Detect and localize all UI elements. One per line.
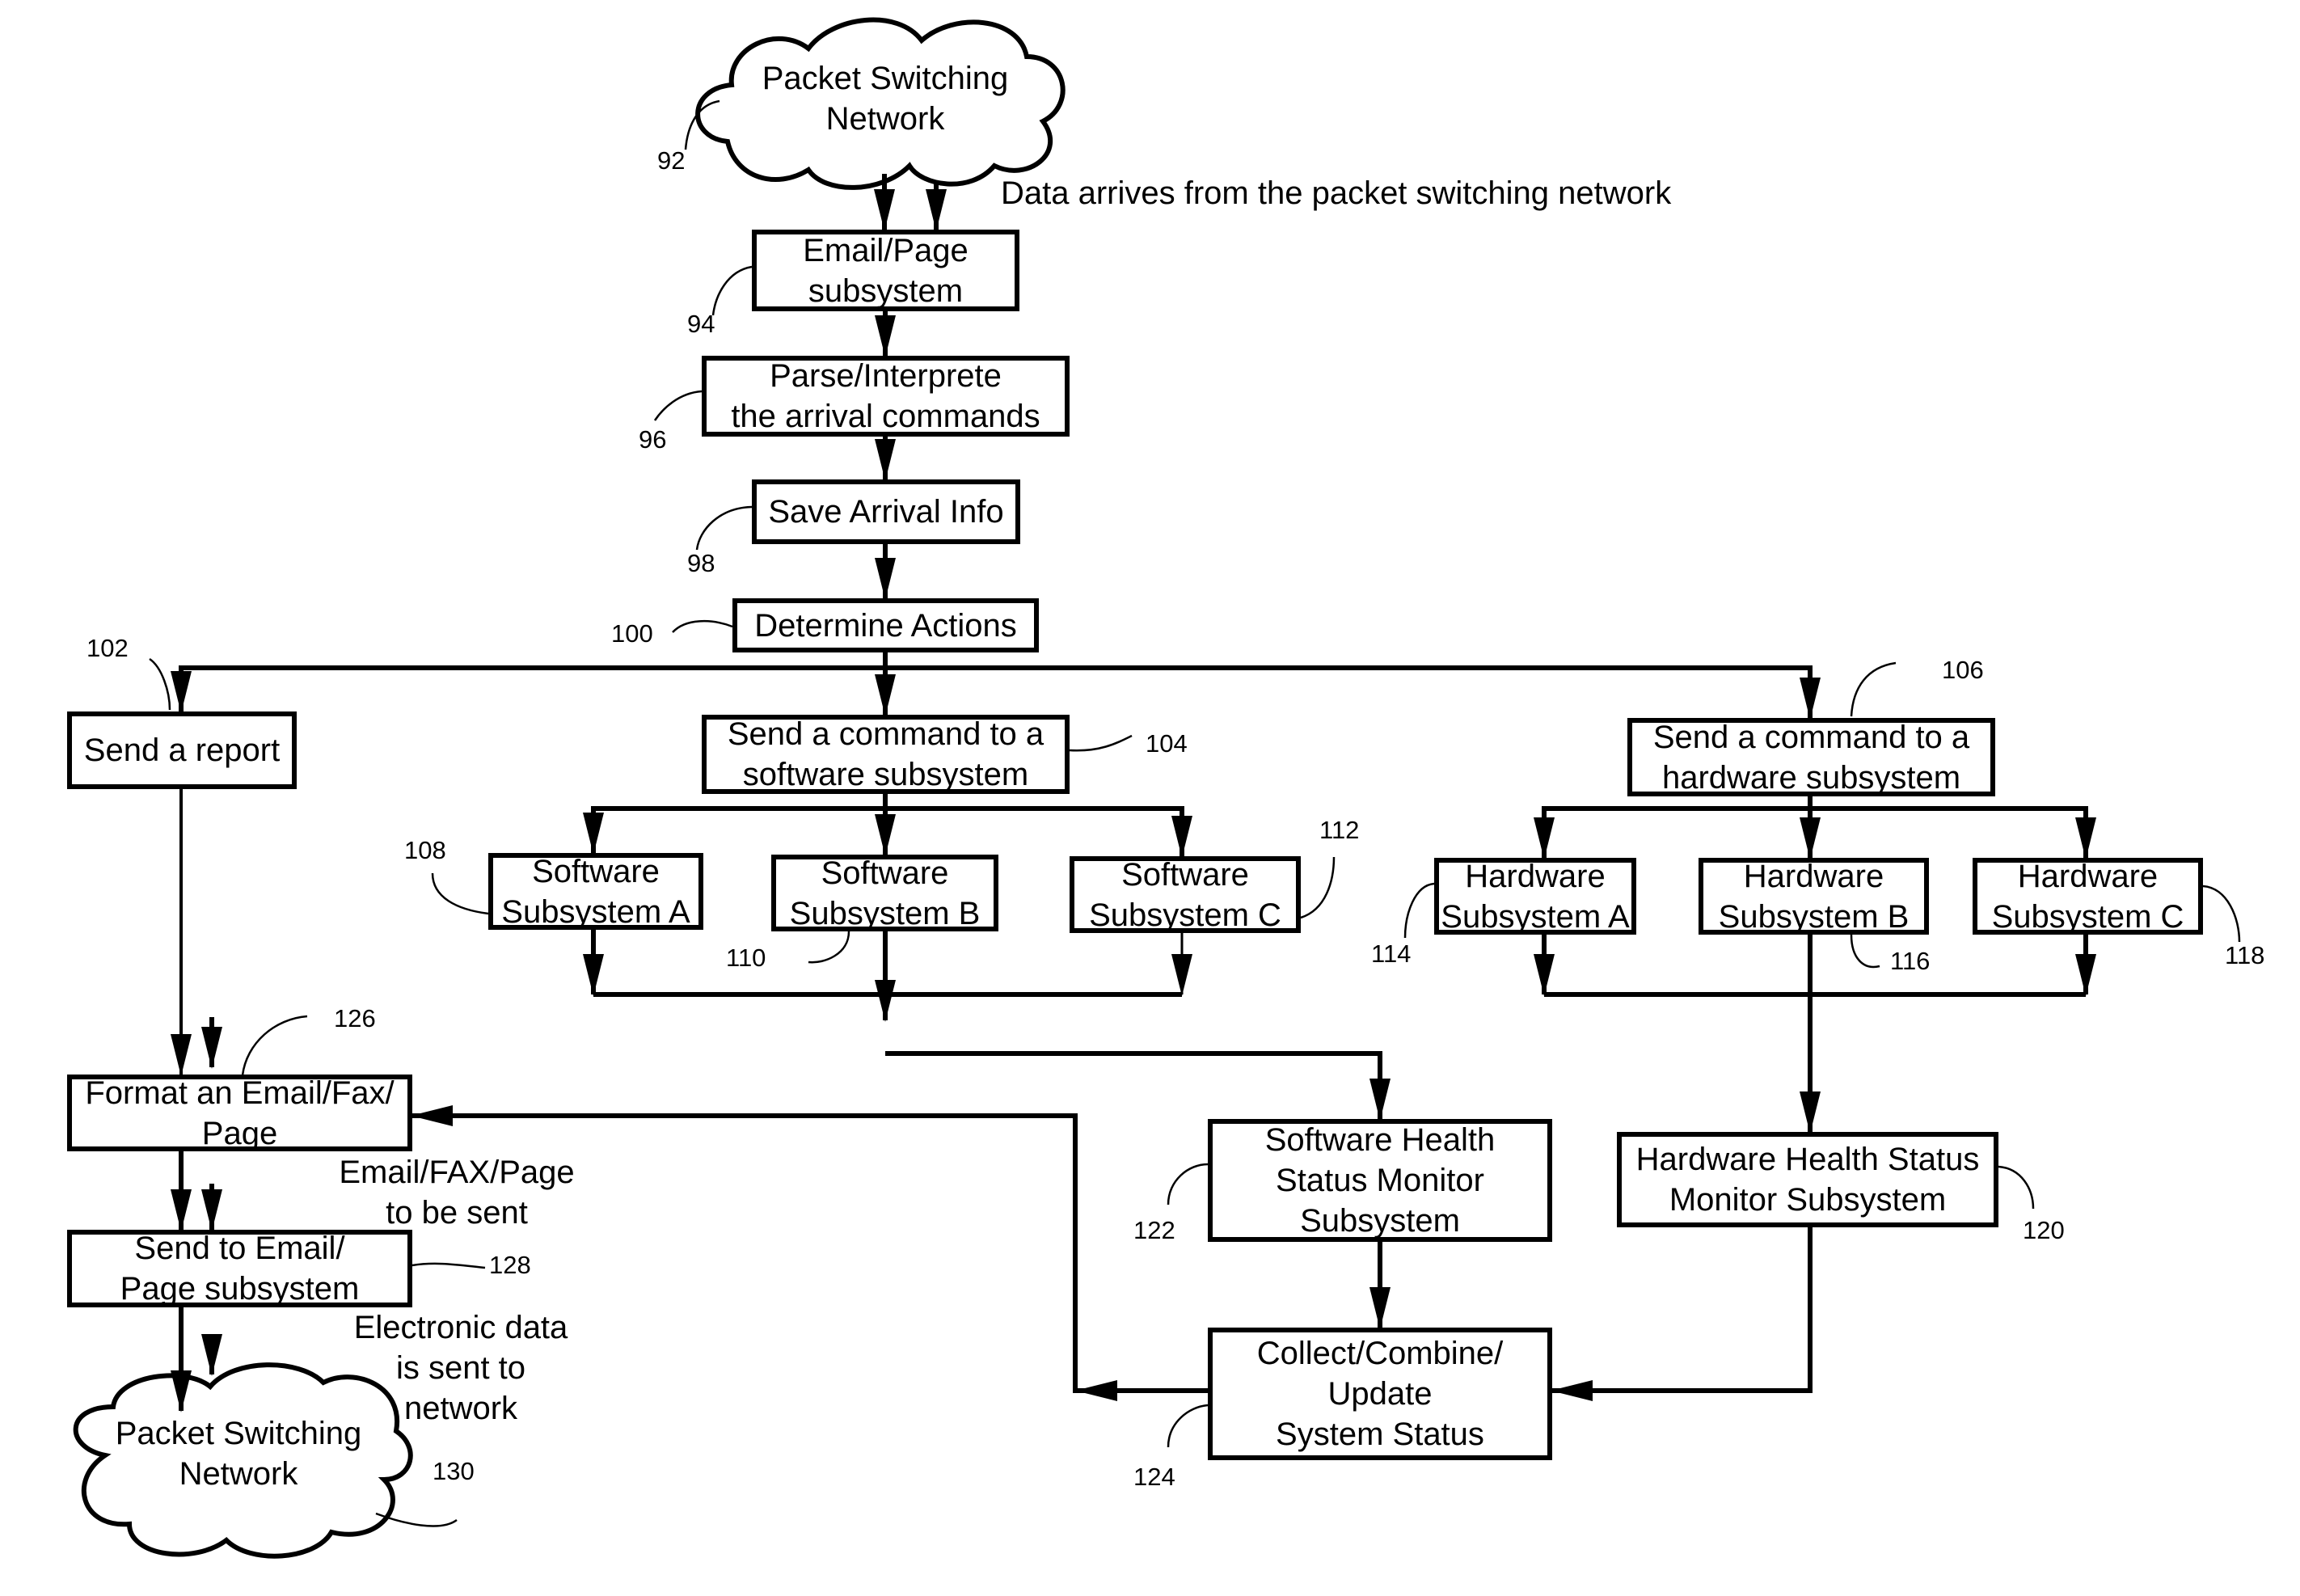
- ref-116: 116: [1890, 947, 1931, 975]
- leader-104: [1069, 734, 1133, 752]
- leader-114: [1403, 882, 1435, 939]
- annotation-to-be-sent: Email/FAX/Page to be sent: [339, 1155, 575, 1231]
- node-120-hardware-health-monitor[interactable]: Hardware Health Status Monitor Subsystem: [1617, 1132, 1998, 1227]
- ref-120: 120: [2023, 1216, 2065, 1244]
- annotation-electronic-data: Electronic data is sent to network: [353, 1310, 568, 1426]
- node-112-software-subsystem-c[interactable]: Software Subsystem C: [1070, 856, 1301, 933]
- ref-98: 98: [687, 549, 715, 577]
- ref-94: 94: [687, 310, 715, 338]
- ref-102: 102: [87, 634, 129, 662]
- ref-130: 130: [433, 1457, 475, 1485]
- leader-116: [1850, 934, 1880, 969]
- ref-110: 110: [726, 944, 766, 972]
- leader-126: [241, 1015, 308, 1076]
- node-128-send-to-email-page[interactable]: Send to Email/ Page subsystem: [67, 1230, 412, 1307]
- node-116-hardware-subsystem-b[interactable]: Hardware Subsystem B: [1699, 858, 1929, 935]
- leader-96: [653, 390, 703, 421]
- ref-128: 128: [489, 1251, 531, 1279]
- node-110-software-subsystem-b[interactable]: Software Subsystem B: [771, 855, 998, 931]
- node-106-send-command-hardware[interactable]: Send a command to a hardware subsystem: [1627, 718, 1995, 796]
- leader-98: [695, 505, 753, 551]
- ref-96: 96: [639, 425, 667, 454]
- leader-122: [1167, 1163, 1209, 1205]
- edge-join-122: [885, 1051, 1391, 1121]
- ref-124: 124: [1133, 1463, 1175, 1491]
- node-108-software-subsystem-a[interactable]: Software Subsystem A: [488, 853, 703, 930]
- ref-118: 118: [2225, 941, 2265, 969]
- leader-112: [1300, 856, 1336, 919]
- node-94-email-page-subsystem[interactable]: Email/Page subsystem: [752, 230, 1019, 311]
- leader-100: [672, 619, 733, 633]
- node-126-format-email-fax-page[interactable]: Format an Email/Fax/ Page: [67, 1075, 412, 1151]
- node-96-parse-interprete[interactable]: Parse/Interprete the arrival commands: [702, 356, 1070, 437]
- node-124-collect-combine-update[interactable]: Collect/Combine/ Update System Status: [1208, 1328, 1552, 1460]
- leader-118: [2202, 885, 2241, 943]
- node-104-send-command-software[interactable]: Send a command to a software subsystem: [702, 715, 1070, 794]
- leader-94: [711, 265, 753, 316]
- annotation-data-arrives: Data arrives from the packet switching n…: [1001, 175, 1672, 211]
- ref-106: 106: [1942, 656, 1984, 684]
- leader-108: [431, 872, 489, 915]
- leader-120: [1998, 1165, 2035, 1210]
- ref-92: 92: [657, 146, 686, 175]
- leader-106: [1850, 661, 1897, 717]
- node-92-label: Packet Switching Network: [762, 61, 1009, 137]
- branch-bar-106: [1542, 806, 2088, 858]
- ref-112: 112: [1319, 816, 1360, 844]
- leader-124: [1167, 1404, 1209, 1448]
- node-98-save-arrival-info[interactable]: Save Arrival Info: [752, 479, 1020, 544]
- ref-104: 104: [1146, 729, 1188, 758]
- ref-122: 122: [1133, 1216, 1175, 1244]
- node-118-hardware-subsystem-c[interactable]: Hardware Subsystem C: [1973, 858, 2203, 935]
- edge-120-124: [1551, 1227, 1813, 1401]
- ref-126: 126: [334, 1004, 376, 1032]
- ref-108: 108: [404, 836, 446, 864]
- leader-110: [808, 931, 850, 964]
- ref-114: 114: [1371, 939, 1412, 968]
- node-122-software-health-monitor[interactable]: Software Health Status Monitor Subsystem: [1208, 1119, 1552, 1242]
- node-102-send-report[interactable]: Send a report: [67, 711, 297, 789]
- node-114-hardware-subsystem-a[interactable]: Hardware Subsystem A: [1434, 858, 1636, 935]
- node-100-determine-actions[interactable]: Determine Actions: [732, 598, 1039, 652]
- branch-bar-100: [179, 665, 1813, 718]
- leader-102: [149, 657, 171, 711]
- leader-128: [411, 1262, 486, 1269]
- ref-100: 100: [611, 619, 653, 648]
